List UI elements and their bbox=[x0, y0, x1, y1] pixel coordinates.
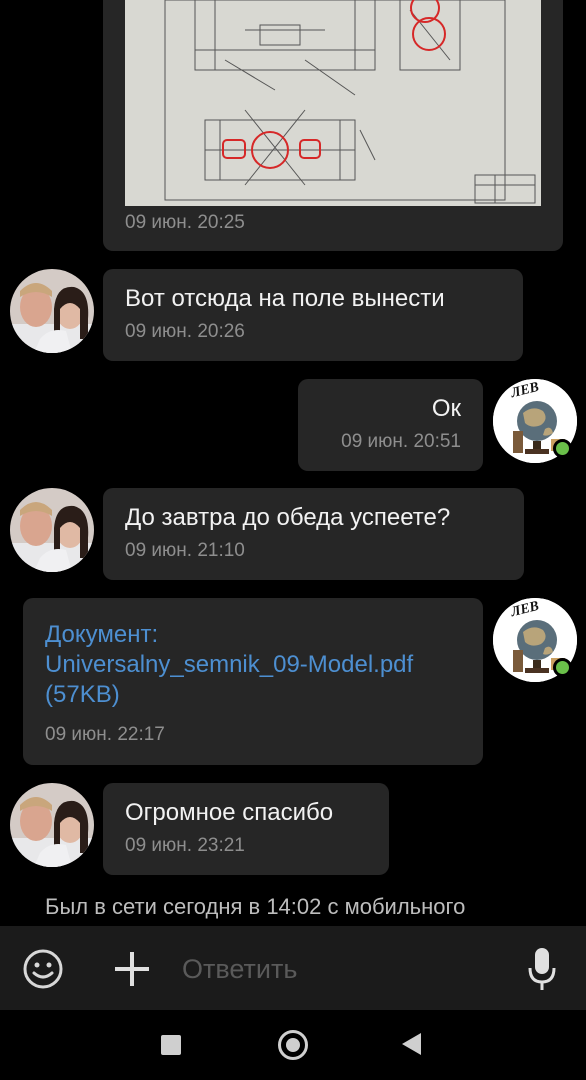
document-filename-link[interactable]: Universalny_semnik_09-Model.pdf bbox=[45, 650, 413, 680]
contact-avatar[interactable] bbox=[10, 783, 94, 867]
message-composer bbox=[0, 926, 586, 1010]
message-time: 09 июн. 20:25 bbox=[125, 212, 245, 233]
plus-icon[interactable] bbox=[113, 950, 151, 988]
blueprint-drawing bbox=[125, 0, 541, 206]
incoming-message-bubble[interactable]: Вот отсюда на поле вынести 09 июн. 20:26 bbox=[103, 269, 523, 361]
contact-avatar[interactable] bbox=[10, 269, 94, 353]
message-time: 09 июн. 22:17 bbox=[45, 724, 165, 745]
message-text: Вот отсюда на поле вынести bbox=[125, 285, 445, 312]
contact-photo bbox=[10, 783, 94, 867]
image-message-bubble[interactable]: 09 июн. 20:25 bbox=[103, 0, 563, 251]
incoming-message-bubble[interactable]: Огромное спасибо 09 июн. 23:21 bbox=[103, 783, 389, 875]
microphone-icon[interactable] bbox=[525, 946, 559, 992]
message-time: 09 июн. 20:26 bbox=[125, 321, 245, 342]
contact-photo bbox=[10, 269, 94, 353]
message-text: До завтра до обеда успеете? bbox=[125, 504, 451, 531]
blueprint-photo[interactable] bbox=[125, 0, 541, 206]
online-indicator bbox=[553, 439, 572, 458]
message-text: Огромное спасибо bbox=[125, 799, 334, 826]
document-size[interactable]: (57KB) bbox=[45, 680, 120, 710]
document-label[interactable]: Документ: bbox=[45, 620, 158, 650]
reply-input[interactable] bbox=[180, 948, 504, 990]
square-icon[interactable] bbox=[161, 1035, 181, 1055]
contact-avatar[interactable] bbox=[10, 488, 94, 572]
message-time: 09 июн. 23:21 bbox=[125, 835, 245, 856]
system-navigation-bar bbox=[0, 1010, 586, 1080]
message-time: 09 июн. 21:10 bbox=[125, 540, 245, 561]
circle-icon[interactable] bbox=[278, 1030, 308, 1060]
message-time: 09 июн. 20:51 bbox=[341, 431, 461, 452]
outgoing-message-bubble[interactable]: Ок 09 июн. 20:51 bbox=[298, 379, 483, 471]
back-triangle-icon[interactable] bbox=[402, 1033, 421, 1055]
online-indicator bbox=[553, 658, 572, 677]
contact-photo bbox=[10, 488, 94, 572]
message-text: Ок bbox=[431, 395, 461, 422]
outgoing-document-bubble[interactable]: Документ: Universalny_semnik_09-Model.pd… bbox=[23, 598, 483, 765]
emoji-icon[interactable] bbox=[22, 948, 64, 990]
last-seen-status: Был в сети сегодня в 14:02 с мобильного bbox=[45, 894, 466, 919]
incoming-message-bubble[interactable]: До завтра до обеда успеете? 09 июн. 21:1… bbox=[103, 488, 524, 580]
